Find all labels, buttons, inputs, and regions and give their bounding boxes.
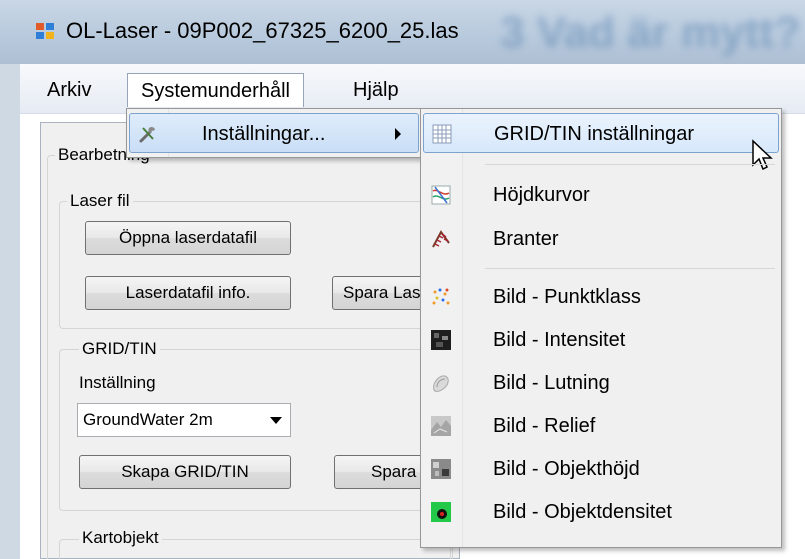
submenu-item-intensitet[interactable]: Bild - Intensitet [423, 320, 779, 360]
create-grid-tin-button[interactable]: Skapa GRID/TIN [79, 455, 291, 489]
point-class-icon [432, 288, 450, 305]
tools-icon [139, 126, 155, 143]
submenu-item-grid-tin[interactable]: GRID/TIN inställningar [423, 113, 779, 153]
contour-icon [431, 185, 451, 205]
submenu-item-grid-tin-label: GRID/TIN inställningar [494, 123, 695, 145]
submenu-item-relief[interactable]: Bild - Relief [423, 406, 779, 446]
background-window-caption: 3 Vad är mytt? [500, 8, 801, 57]
slope-icon [433, 375, 449, 392]
app-icon[interactable] [36, 23, 56, 39]
submenu-item-punktklass[interactable]: Bild - Punktklass [423, 277, 779, 317]
title-bar[interactable]: 3 Vad är mytt? OL-Laser - 09P002_67325_6… [0, 0, 805, 64]
laser-file-info-button[interactable]: Laserdatafil info. [85, 276, 291, 310]
menu-systemunderhall[interactable]: Systemunderhåll [127, 73, 304, 107]
open-laser-file-button[interactable]: Öppna laserdatafil [85, 221, 291, 255]
relief-icon [431, 416, 451, 436]
menu-hjalp[interactable]: Hjälp [340, 73, 412, 107]
system-menu: Inställningar... [126, 108, 422, 158]
menu-item-installningar-label: Inställningar... [202, 123, 326, 145]
menu-arkiv[interactable]: Arkiv [34, 73, 104, 107]
submenu-item-objektdensitet-label: Bild - Objektdensitet [493, 501, 672, 523]
menu-bar: Arkiv Systemunderhåll Hjälp [20, 64, 805, 114]
submenu-item-hojdkurvor-label: Höjdkurvor [493, 184, 590, 206]
window-title: OL-Laser - 09P002_67325_6200_25.las [66, 18, 459, 43]
submenu-item-punktklass-label: Bild - Punktklass [493, 286, 641, 308]
mouse-cursor-icon [752, 139, 773, 171]
setting-select[interactable]: GroundWater 2m [77, 403, 291, 437]
menu-separator [485, 164, 775, 165]
submenu-item-intensitet-label: Bild - Intensitet [493, 329, 626, 351]
chevron-down-icon [270, 417, 282, 424]
intensity-icon [431, 330, 451, 350]
object-height-icon [431, 459, 451, 479]
setting-select-value: GroundWater 2m [83, 410, 213, 429]
submenu-item-branter-label: Branter [493, 228, 559, 250]
submenu-item-lutning-label: Bild - Lutning [493, 372, 610, 394]
grid-tin-group-title: GRID/TIN [79, 339, 160, 359]
cliff-icon [432, 230, 450, 248]
submenu-item-hojdkurvor[interactable]: Höjdkurvor [423, 175, 779, 215]
submenu-item-relief-label: Bild - Relief [493, 415, 596, 437]
submenu-arrow-icon [395, 128, 401, 140]
laser-file-group-title: Laser fil [67, 191, 133, 211]
grid-icon [432, 124, 452, 144]
submenu-item-objekthojd-label: Bild - Objekthöjd [493, 458, 640, 480]
menu-item-installningar[interactable]: Inställningar... [129, 113, 419, 153]
map-objects-group-title: Kartobjekt [79, 528, 162, 548]
submenu-item-branter[interactable]: Branter [423, 219, 779, 259]
settings-submenu: GRID/TIN inställningar Höjdkurvor Brante… [420, 108, 782, 548]
submenu-item-lutning[interactable]: Bild - Lutning [423, 363, 779, 403]
menu-separator [485, 268, 775, 269]
submenu-item-objekthojd[interactable]: Bild - Objekthöjd [423, 449, 779, 489]
setting-label: Inställning [79, 373, 156, 392]
submenu-item-objektdensitet[interactable]: Bild - Objektdensitet [423, 492, 779, 532]
object-density-icon [431, 502, 451, 522]
processing-panel: Bearbetning Laser fil Öppna laserdatafil… [40, 122, 460, 559]
